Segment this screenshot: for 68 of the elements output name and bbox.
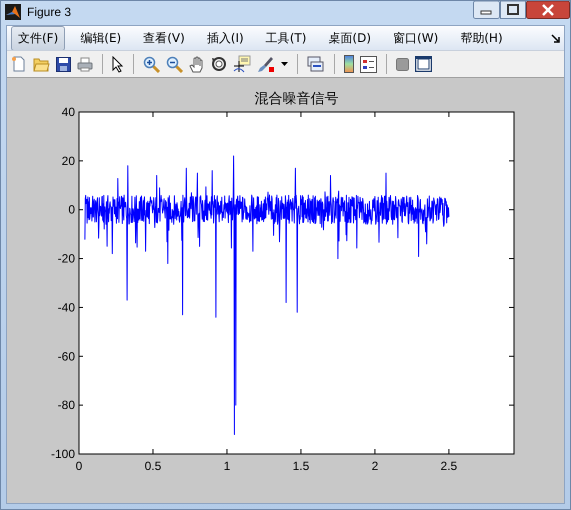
- menu-item[interactable]: 桌面(D): [321, 26, 378, 50]
- tick-label: -20: [58, 252, 75, 266]
- new-file-icon[interactable]: [11, 56, 27, 72]
- tick-mark: [508, 209, 514, 210]
- tick-mark: [300, 448, 302, 454]
- tick-mark: [448, 448, 450, 454]
- menu-item[interactable]: 编辑(E): [73, 26, 128, 50]
- data-cursor-icon[interactable]: [233, 55, 251, 73]
- print-icon[interactable]: [77, 56, 93, 72]
- tick-label: -100: [50, 447, 75, 461]
- menu-item[interactable]: 查看(V): [136, 26, 192, 50]
- tick-label: 0.5: [144, 459, 162, 473]
- tick-mark: [374, 112, 376, 118]
- tick-mark: [508, 160, 514, 162]
- tick-mark: [78, 356, 84, 357]
- tick-label: 0: [68, 202, 75, 217]
- brush-icon[interactable]: [257, 56, 275, 72]
- tick-mark: [448, 112, 450, 118]
- tick-label: 20: [62, 154, 75, 168]
- square-icon[interactable]: [396, 58, 409, 70]
- close-button[interactable]: [526, 1, 570, 19]
- dropdown-caret-icon[interactable]: [281, 62, 288, 66]
- tick-mark: [508, 258, 514, 260]
- dock-arrow-icon[interactable]: [551, 34, 560, 42]
- tick-mark: [226, 112, 228, 118]
- zoom-out-icon[interactable]: [166, 56, 183, 72]
- tick-mark: [374, 448, 376, 454]
- tick-label: 2.5: [440, 459, 458, 473]
- window-icon[interactable]: [415, 56, 432, 72]
- tick-mark: [508, 306, 514, 308]
- tick-label: 1.5: [292, 459, 310, 473]
- app-logo-icon: [5, 4, 21, 20]
- zoom-in-icon[interactable]: [143, 56, 160, 72]
- tick-mark: [78, 306, 84, 308]
- rotate-icon[interactable]: [211, 56, 227, 72]
- tick-label: -60: [58, 349, 75, 364]
- tick-mark: [78, 258, 84, 260]
- legend-icon[interactable]: [360, 56, 377, 72]
- tick-label: 2: [372, 459, 378, 473]
- colorbar-icon[interactable]: [344, 55, 354, 73]
- pan-hand-icon[interactable]: [189, 56, 205, 72]
- tick-mark: [78, 160, 84, 162]
- tick-mark: [78, 404, 84, 406]
- menu-item[interactable]: 文件(F): [11, 26, 66, 50]
- minimize-button[interactable]: [473, 1, 500, 19]
- tick-label: 40: [62, 105, 75, 119]
- tick-mark: [508, 404, 514, 406]
- save-icon[interactable]: [56, 56, 71, 72]
- menu-item[interactable]: 插入(I): [200, 26, 251, 50]
- tick-mark: [300, 112, 302, 118]
- open-folder-icon[interactable]: [33, 56, 50, 72]
- tick-mark: [152, 112, 154, 118]
- tick-label: -40: [58, 300, 75, 314]
- tick-mark: [152, 448, 154, 454]
- tick-label: 1: [224, 459, 230, 473]
- menu-item[interactable]: 窗口(W): [386, 26, 446, 50]
- link-icon[interactable]: [307, 55, 325, 73]
- tick-mark: [78, 209, 84, 210]
- menu-item[interactable]: 工具(T): [258, 26, 314, 50]
- tick-label: -80: [58, 398, 75, 412]
- chart-title: 混合噪音信号: [254, 90, 338, 106]
- window-title: Figure 3: [27, 4, 72, 18]
- tick-mark: [508, 356, 514, 357]
- pointer-icon[interactable]: [112, 56, 124, 72]
- maximize-button[interactable]: [500, 1, 526, 19]
- tick-mark: [226, 448, 228, 454]
- menu-item[interactable]: 帮助(H): [453, 26, 510, 50]
- tick-label: 0: [76, 459, 82, 473]
